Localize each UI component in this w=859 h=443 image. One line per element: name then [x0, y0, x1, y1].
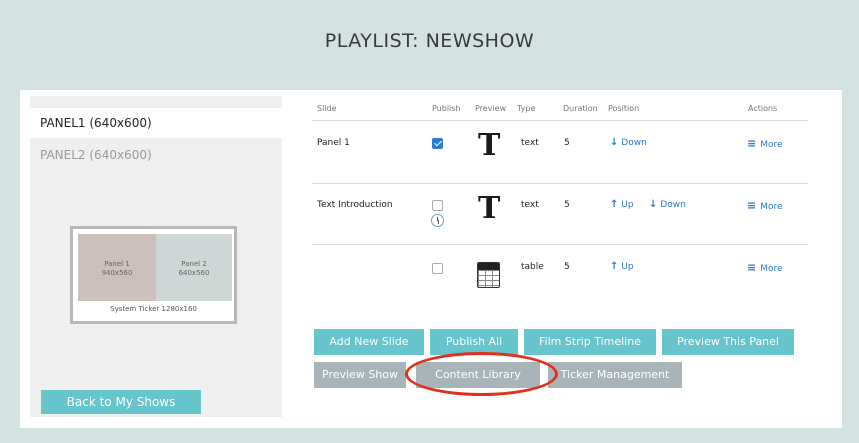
row1-slide-name[interactable]: Panel 1 — [317, 138, 350, 148]
layout-ticker-label: System Ticker 1280x160 — [110, 305, 197, 313]
row2-move-down-link[interactable]: ↓ Down — [649, 199, 686, 210]
row2-slide-name[interactable]: Text Introduction — [317, 200, 393, 210]
panel-tab-panel2[interactable]: PANEL2 (640x600) — [30, 140, 282, 170]
row3-move-up-link[interactable]: ↑ Up — [610, 261, 634, 272]
arrow-up-icon: ↑ — [610, 261, 619, 272]
table-preview-icon — [477, 262, 500, 288]
panel-tab-panel1[interactable]: PANEL1 (640x600) — [30, 108, 282, 138]
row2-move-up-link[interactable]: ↑ Up — [610, 199, 634, 210]
row2-down-label: Down — [660, 200, 686, 210]
back-to-my-shows-button[interactable]: Back to My Shows — [41, 390, 201, 414]
col-header-position: Position — [608, 104, 640, 113]
row2-up-label: Up — [621, 200, 634, 210]
page-title: PLAYLIST: NEWSHOW — [324, 30, 535, 52]
table-divider — [312, 183, 808, 184]
add-new-slide-button[interactable]: Add New Slide — [314, 329, 424, 355]
table-divider — [312, 244, 808, 245]
arrow-down-icon: ↓ — [610, 137, 619, 148]
table-divider — [312, 120, 808, 121]
row3-publish-checkbox[interactable] — [432, 263, 443, 274]
preview-this-panel-button[interactable]: Preview This Panel — [662, 329, 794, 355]
row1-type: text — [521, 138, 539, 148]
arrow-up-icon: ↑ — [610, 199, 619, 210]
layout-panel2-name: Panel 2 — [181, 260, 207, 268]
row1-more-menu[interactable]: ≡ More — [747, 137, 783, 150]
layout-preview-panel1: Panel 1 940x560 — [78, 234, 156, 301]
row2-more-label: More — [760, 202, 783, 212]
row3-up-label: Up — [621, 262, 634, 272]
preview-show-button[interactable]: Preview Show — [314, 362, 406, 388]
layout-panel1-name: Panel 1 — [104, 260, 130, 268]
red-highlight-circle — [405, 352, 558, 396]
hamburger-icon: ≡ — [747, 137, 757, 150]
row3-duration: 5 — [564, 262, 570, 272]
row1-move-down-link[interactable]: ↓ Down — [610, 137, 647, 148]
row1-duration: 5 — [564, 138, 570, 148]
col-header-actions: Actions — [748, 104, 778, 113]
text-preview-icon: T — [478, 191, 501, 226]
layout-preview-panel2: Panel 2 640x560 — [156, 234, 232, 301]
hamburger-icon: ≡ — [747, 261, 757, 274]
row2-more-menu[interactable]: ≡ More — [747, 199, 783, 212]
ticker-management-button[interactable]: Ticker Management — [548, 362, 682, 388]
text-preview-icon: T — [478, 128, 501, 163]
col-header-slide: Slide — [317, 104, 337, 113]
col-header-duration: Duration — [563, 104, 598, 113]
row3-type: table — [521, 262, 544, 272]
row2-publish-checkbox[interactable] — [432, 200, 443, 211]
row1-publish-checkbox[interactable] — [432, 138, 443, 149]
row3-more-label: More — [760, 264, 783, 274]
row3-more-menu[interactable]: ≡ More — [747, 261, 783, 274]
col-header-type: Type — [517, 104, 536, 113]
row1-down-label: Down — [621, 138, 647, 148]
col-header-preview: Preview — [475, 104, 507, 113]
film-strip-timeline-button[interactable]: Film Strip Timeline — [524, 329, 656, 355]
hamburger-icon: ≡ — [747, 199, 757, 212]
schedule-clock-icon[interactable] — [431, 214, 444, 227]
row1-more-label: More — [760, 140, 783, 150]
row2-duration: 5 — [564, 200, 570, 210]
layout-preview: Panel 1 940x560 Panel 2 640x560 System T… — [70, 226, 237, 324]
layout-panel2-size: 640x560 — [178, 269, 210, 277]
layout-panel1-size: 940x560 — [101, 269, 133, 277]
col-header-publish: Publish — [432, 104, 461, 113]
arrow-down-icon: ↓ — [649, 199, 658, 210]
row2-type: text — [521, 200, 539, 210]
